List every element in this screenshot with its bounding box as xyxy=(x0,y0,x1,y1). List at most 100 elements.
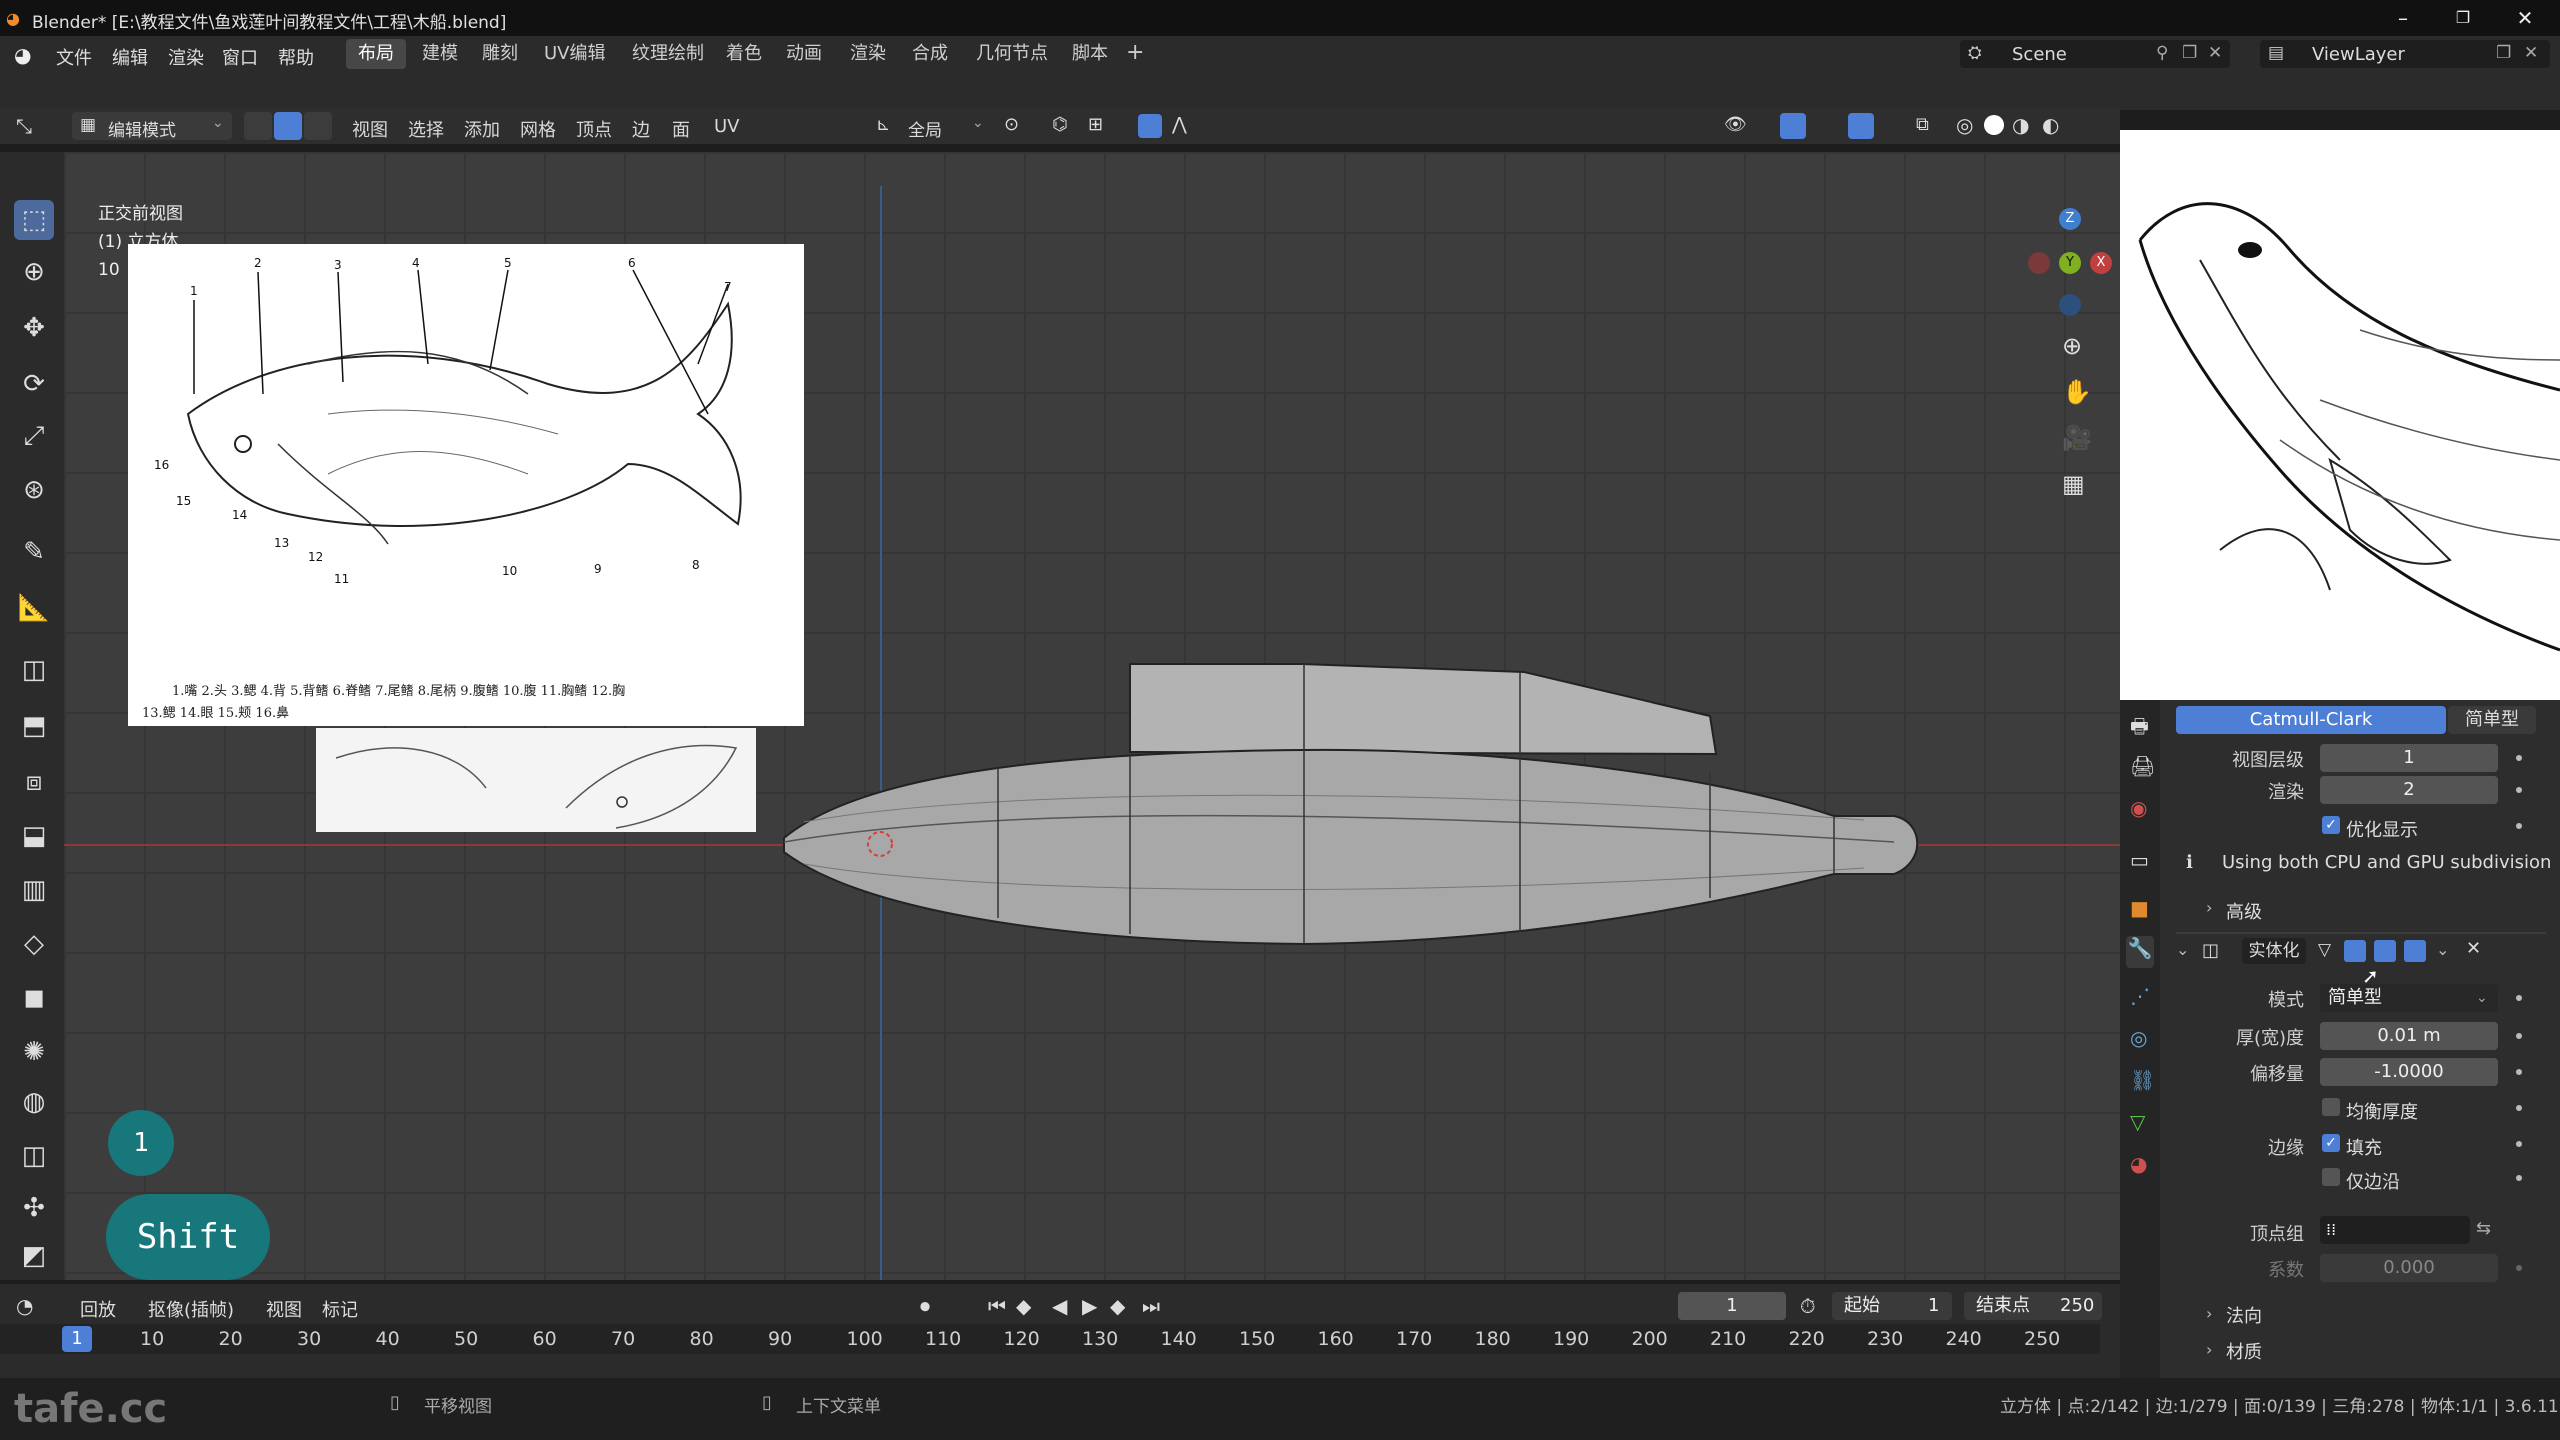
gizmo-z-axis[interactable]: Z xyxy=(2059,208,2081,230)
bevel-tool-icon[interactable]: ⬓ xyxy=(14,816,54,856)
particles-tab-icon[interactable]: ⋰ xyxy=(2130,984,2150,1008)
fill-rim-checkbox[interactable]: ✓ xyxy=(2322,1134,2340,1152)
minimize-button[interactable]: – xyxy=(2378,4,2428,32)
current-frame-field[interactable]: 1 xyxy=(1678,1292,1786,1320)
solid-shading-icon[interactable] xyxy=(1984,115,2004,135)
mesh-object[interactable] xyxy=(64,152,2120,1280)
keyframe-dot[interactable] xyxy=(2516,1105,2522,1111)
collection-tab-icon[interactable]: ▭ xyxy=(2130,848,2149,872)
select-box-tool-icon[interactable]: ⬚ xyxy=(14,200,54,240)
view-layer-selector[interactable]: ▤ ViewLayer ❐ ✕ xyxy=(2260,40,2550,68)
extrude-tool-icon[interactable]: ⬒ xyxy=(14,706,54,746)
offset-field[interactable]: -1.0000 xyxy=(2320,1058,2498,1086)
tab-animation[interactable]: 动画 xyxy=(774,39,834,69)
reference-image-panel[interactable] xyxy=(2120,130,2560,700)
viewport-levels-field[interactable]: 1 xyxy=(2320,744,2498,772)
jump-end-icon[interactable]: ⏭ xyxy=(1142,1294,1160,1318)
xray-icon[interactable]: ⧉ xyxy=(1916,114,1929,135)
data-tab-icon[interactable]: ▽ xyxy=(2130,1110,2145,1134)
material-shading-icon[interactable]: ◑ xyxy=(2012,113,2029,137)
keyframe-dot[interactable] xyxy=(2516,755,2522,761)
menu-window[interactable]: 窗口 xyxy=(222,44,258,70)
factor-field[interactable]: 0.000 xyxy=(2320,1254,2498,1282)
visibility-icon[interactable]: 👁 xyxy=(1724,114,1747,135)
playback-menu[interactable]: 回放 xyxy=(80,1296,116,1322)
menu-edge[interactable]: 边 xyxy=(632,116,650,142)
gizmo-x-axis[interactable]: X xyxy=(2090,252,2112,274)
wireframe-shading-icon[interactable]: ◎ xyxy=(1956,113,1973,137)
edge-select-icon[interactable] xyxy=(274,112,302,140)
scale-tool-icon[interactable]: ⤢ xyxy=(14,416,54,456)
spin-tool-icon[interactable]: ✺ xyxy=(14,1032,54,1072)
jump-start-icon[interactable]: ⏮ xyxy=(988,1294,1006,1318)
render-toggle-icon[interactable] xyxy=(2404,940,2426,962)
render-tab-icon[interactable]: 🖶 xyxy=(2130,712,2149,746)
tab-layout[interactable]: 布局 xyxy=(346,39,406,69)
modifier-name-field[interactable]: 实体化 xyxy=(2242,938,2306,964)
vertex-group-field[interactable]: ⁞⁞ xyxy=(2320,1216,2470,1244)
constraints-tab-icon[interactable]: ⛓ xyxy=(2130,1068,2155,1092)
even-thickness-checkbox[interactable] xyxy=(2322,1098,2340,1116)
remove-view-layer-icon[interactable]: ✕ xyxy=(2524,43,2538,63)
thickness-field[interactable]: 0.01 m xyxy=(2320,1022,2498,1050)
modifier-tab-icon[interactable]: 🔧 xyxy=(2126,936,2154,968)
transform-tool-icon[interactable]: ⊛ xyxy=(14,470,54,510)
remove-scene-icon[interactable]: ✕ xyxy=(2208,43,2222,63)
snap-icon[interactable]: ⌬ xyxy=(1052,114,1068,135)
play-reverse-icon[interactable]: ◀ xyxy=(1052,1294,1067,1318)
3d-viewport[interactable]: 正交前视图 (1) 立方体 10 1 2 3 4 5 6 7 8 9 10 11… xyxy=(64,152,2120,1280)
add-cube-tool-icon[interactable]: ◫ xyxy=(14,650,54,690)
materials-panel-toggle[interactable]: 材质 xyxy=(2226,1338,2262,1364)
cursor-tool-icon[interactable]: ⊕ xyxy=(14,252,54,292)
catmull-clark-tab[interactable]: Catmull-Clark xyxy=(2176,706,2446,734)
menu-add[interactable]: 添加 xyxy=(464,116,500,142)
inset-tool-icon[interactable]: ⧈ xyxy=(14,762,54,802)
gizmo-neg-z-axis[interactable] xyxy=(2059,294,2081,316)
keyframe-dot[interactable] xyxy=(2516,1265,2522,1271)
tab-modeling[interactable]: 建模 xyxy=(410,39,470,69)
menu-vertex[interactable]: 顶点 xyxy=(576,116,612,142)
vertex-select-icon[interactable] xyxy=(244,112,272,140)
annotate-tool-icon[interactable]: ✎ xyxy=(14,532,54,572)
keyframe-dot[interactable] xyxy=(2516,995,2522,1001)
tab-compositing[interactable]: 合成 xyxy=(900,39,960,69)
pin-icon[interactable]: ⚲ xyxy=(2156,43,2168,63)
menu-select[interactable]: 选择 xyxy=(408,116,444,142)
proportional-edit-icon[interactable] xyxy=(1138,114,1162,138)
remove-modifier-icon[interactable]: ✕ xyxy=(2466,938,2481,959)
tab-texture-paint[interactable]: 纹理绘制 xyxy=(620,39,716,69)
edit-mode-toggle-icon[interactable]: ▽ xyxy=(2318,940,2331,960)
end-frame-field[interactable]: 结束点 250 xyxy=(1964,1292,2102,1320)
keyframe-dot[interactable] xyxy=(2516,1033,2522,1039)
gizmo-neg-x-axis[interactable] xyxy=(2028,252,2050,274)
menu-face[interactable]: 面 xyxy=(672,116,690,142)
next-keyframe-icon[interactable]: ◆ xyxy=(1110,1294,1125,1318)
menu-file[interactable]: 文件 xyxy=(56,44,92,70)
tab-rendering[interactable]: 渲染 xyxy=(838,39,898,69)
blender-menu-icon[interactable]: ◕ xyxy=(14,43,31,67)
new-view-layer-icon[interactable]: ❐ xyxy=(2496,43,2511,63)
add-workspace-button[interactable]: + xyxy=(1126,40,1144,65)
mode-dropdown[interactable]: ▦ 编辑模式 ⌄ xyxy=(72,112,232,141)
tab-shading[interactable]: 着色 xyxy=(714,39,774,69)
tab-geometry-nodes[interactable]: 几何节点 xyxy=(964,39,1060,69)
menu-render[interactable]: 渲染 xyxy=(168,44,204,70)
shrink-fatten-tool-icon[interactable]: ✣ xyxy=(14,1188,54,1228)
record-icon[interactable]: ⏺ xyxy=(920,1294,930,1318)
poly-build-tool-icon[interactable]: ◼ xyxy=(14,978,54,1018)
smooth-tool-icon[interactable]: ◍ xyxy=(14,1082,54,1122)
navigation-gizmo[interactable]: Z Y X xyxy=(2024,208,2114,338)
view-menu[interactable]: 视图 xyxy=(266,1296,302,1322)
knife-tool-icon[interactable]: ◇ xyxy=(14,924,54,964)
prev-keyframe-icon[interactable]: ◆ xyxy=(1016,1294,1031,1318)
playhead[interactable]: 1 xyxy=(62,1326,92,1352)
menu-mesh[interactable]: 网格 xyxy=(520,116,556,142)
physics-tab-icon[interactable]: ◎ xyxy=(2130,1026,2147,1050)
normals-panel-toggle[interactable]: 法向 xyxy=(2226,1302,2262,1328)
object-tab-icon[interactable]: ■ xyxy=(2130,896,2149,920)
menu-help[interactable]: 帮助 xyxy=(278,44,314,70)
loop-cut-tool-icon[interactable]: ▥ xyxy=(14,870,54,910)
marker-menu[interactable]: 标记 xyxy=(322,1296,358,1322)
keyframe-dot[interactable] xyxy=(2516,1069,2522,1075)
tab-sculpting[interactable]: 雕刻 xyxy=(470,39,530,69)
